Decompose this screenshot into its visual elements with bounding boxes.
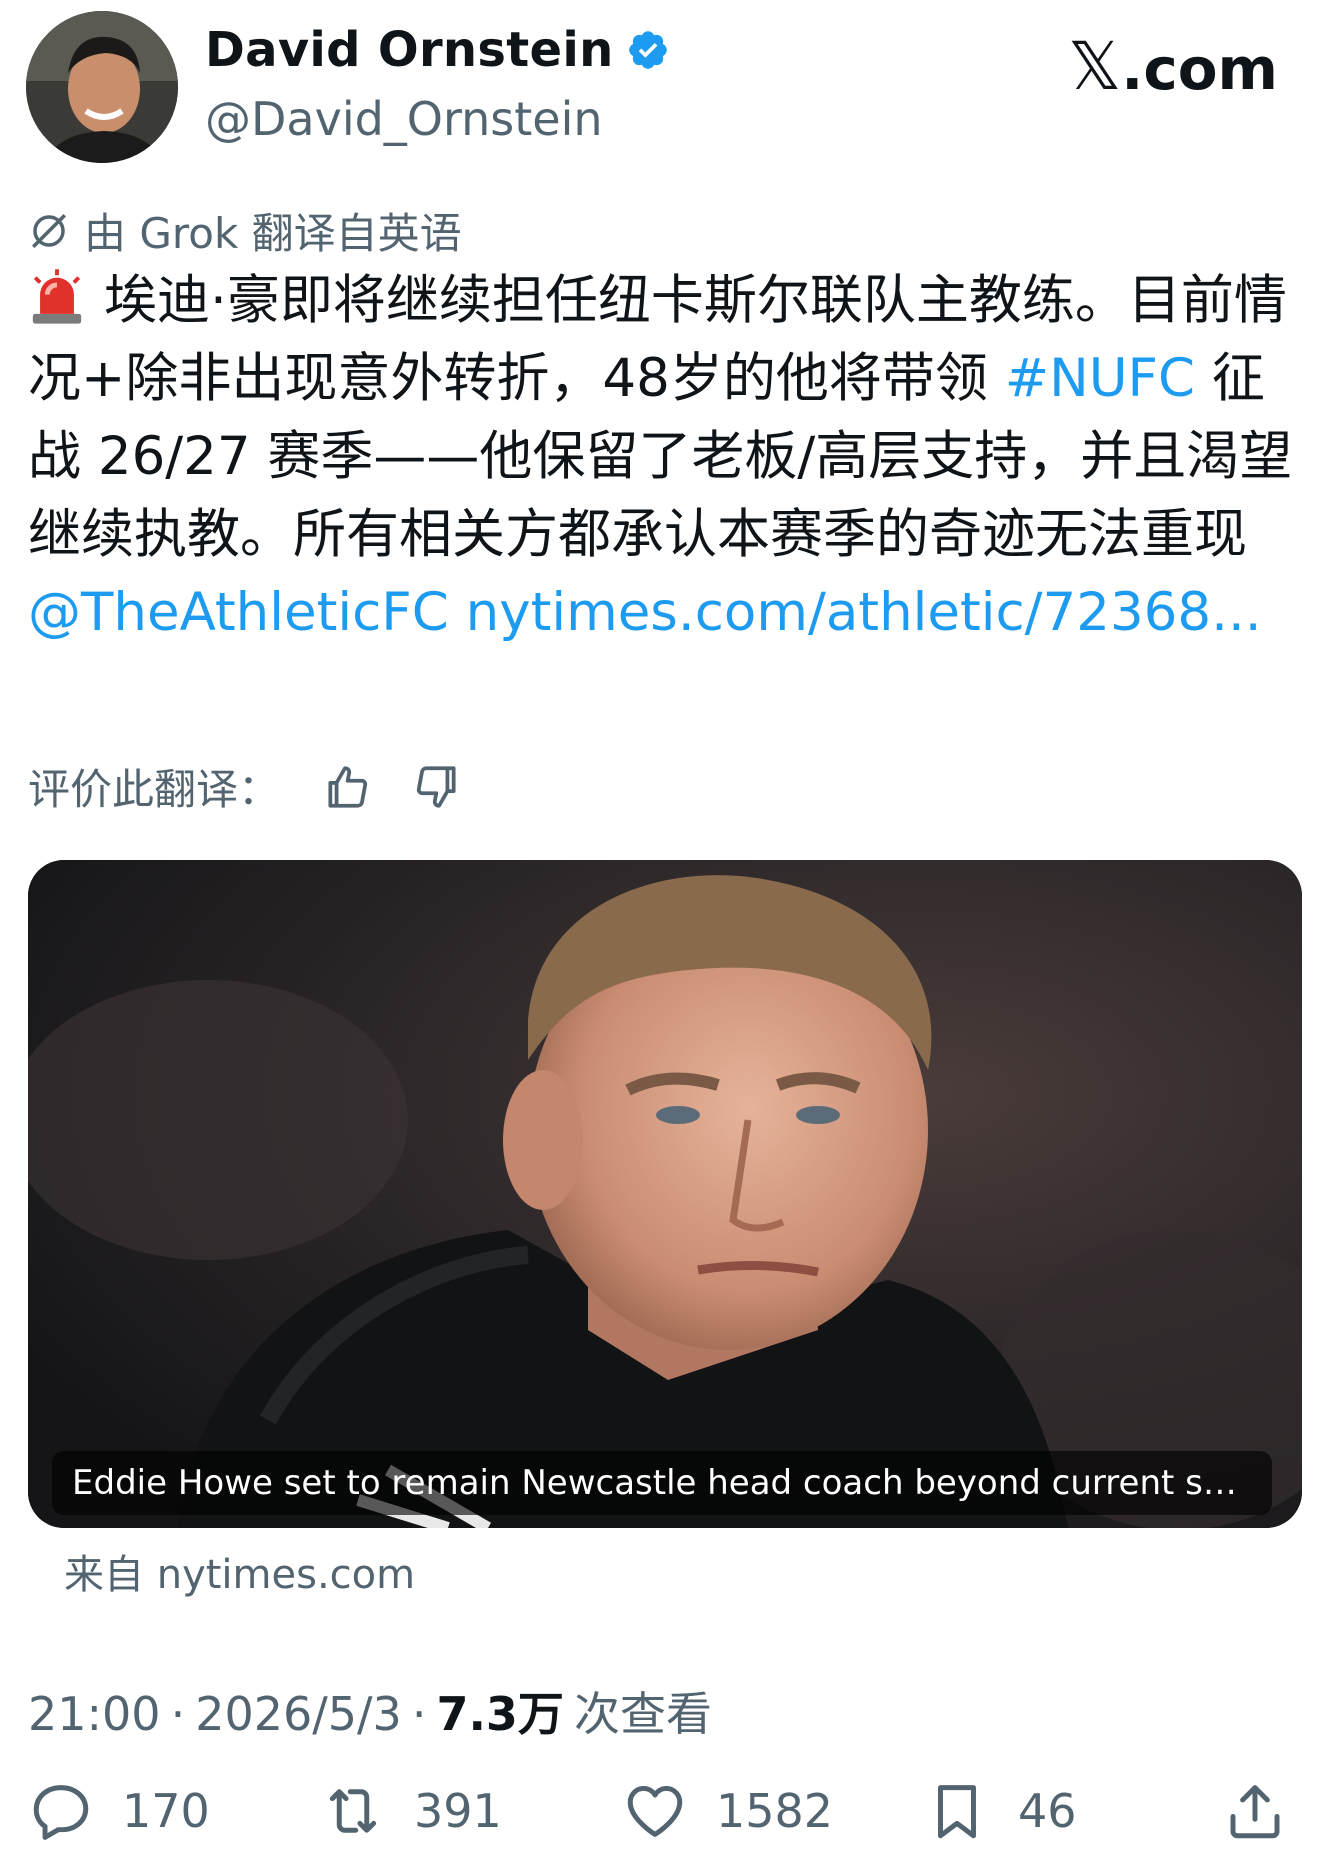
tweet-time[interactable]: 21:00 <box>28 1687 161 1741</box>
translation-note[interactable]: 由 Grok 翻译自英语 <box>28 200 462 261</box>
rate-translation-row: 评价此翻译： <box>28 756 462 817</box>
siren-emoji-icon <box>32 269 82 324</box>
author-name[interactable]: David Ornstein <box>205 22 614 78</box>
repost-count: 391 <box>414 1784 502 1838</box>
bookmark-count: 46 <box>1018 1784 1077 1838</box>
views-count: 7.3万 <box>436 1687 564 1741</box>
verified-badge-icon <box>628 31 667 69</box>
action-bar: 170 391 1582 46 <box>0 1778 1320 1858</box>
reply-button[interactable]: 170 <box>28 1778 210 1844</box>
x-logo-icon: 𝕏 <box>1068 28 1122 105</box>
avatar[interactable] <box>26 11 178 163</box>
article-link[interactable]: nytimes.com/athletic/72368... <box>466 582 1262 643</box>
heart-icon <box>627 1785 683 1837</box>
meta-separator: · <box>411 1687 427 1741</box>
article-card-caption: Eddie Howe set to remain Newcastle head … <box>52 1451 1272 1515</box>
x-logo-suffix: .com <box>1121 35 1278 103</box>
grok-icon <box>32 213 66 248</box>
thumbs-down-icon[interactable] <box>412 762 462 812</box>
meta-separator: · <box>170 1687 186 1741</box>
share-icon <box>1230 1785 1280 1839</box>
hashtag-link[interactable]: #NUFC <box>1005 348 1195 409</box>
mention-link[interactable]: @TheAthleticFC <box>28 582 449 643</box>
translation-note-label: 由 Grok 翻译自英语 <box>84 209 462 258</box>
views-label: 次查看 <box>573 1687 712 1741</box>
like-count: 1582 <box>716 1784 834 1838</box>
reply-icon <box>33 1785 89 1840</box>
reply-count: 170 <box>122 1784 210 1838</box>
tweet-date[interactable]: 2026/5/3 <box>195 1687 402 1741</box>
bookmark-icon <box>938 1785 976 1839</box>
avatar-photo <box>26 11 178 163</box>
author-handle[interactable]: @David_Ornstein <box>205 92 603 146</box>
author-row: David Ornstein <box>205 22 670 78</box>
x-logo: 𝕏 .com <box>1068 28 1278 105</box>
repost-icon <box>329 1789 377 1833</box>
tweet-text: 埃迪·豪即将继续担任纽卡斯尔联队主教练。目前情况+除非出现意外转折，48岁的他将… <box>28 262 1298 652</box>
thumbs-up-icon[interactable] <box>322 762 372 812</box>
article-card[interactable]: Eddie Howe set to remain Newcastle head … <box>28 860 1302 1528</box>
article-source[interactable]: 来自 nytimes.com <box>64 1542 415 1600</box>
repost-button[interactable]: 391 <box>320 1778 502 1844</box>
like-button[interactable]: 1582 <box>622 1778 833 1844</box>
bookmark-button[interactable]: 46 <box>924 1778 1077 1844</box>
share-button[interactable] <box>1222 1778 1288 1844</box>
tweet-meta: 21:00 · 2026/5/3 · 7.3万 次查看 <box>28 1678 712 1744</box>
rate-translation-label: 评价此翻译： <box>28 765 281 814</box>
article-card-image <box>28 860 1302 1528</box>
